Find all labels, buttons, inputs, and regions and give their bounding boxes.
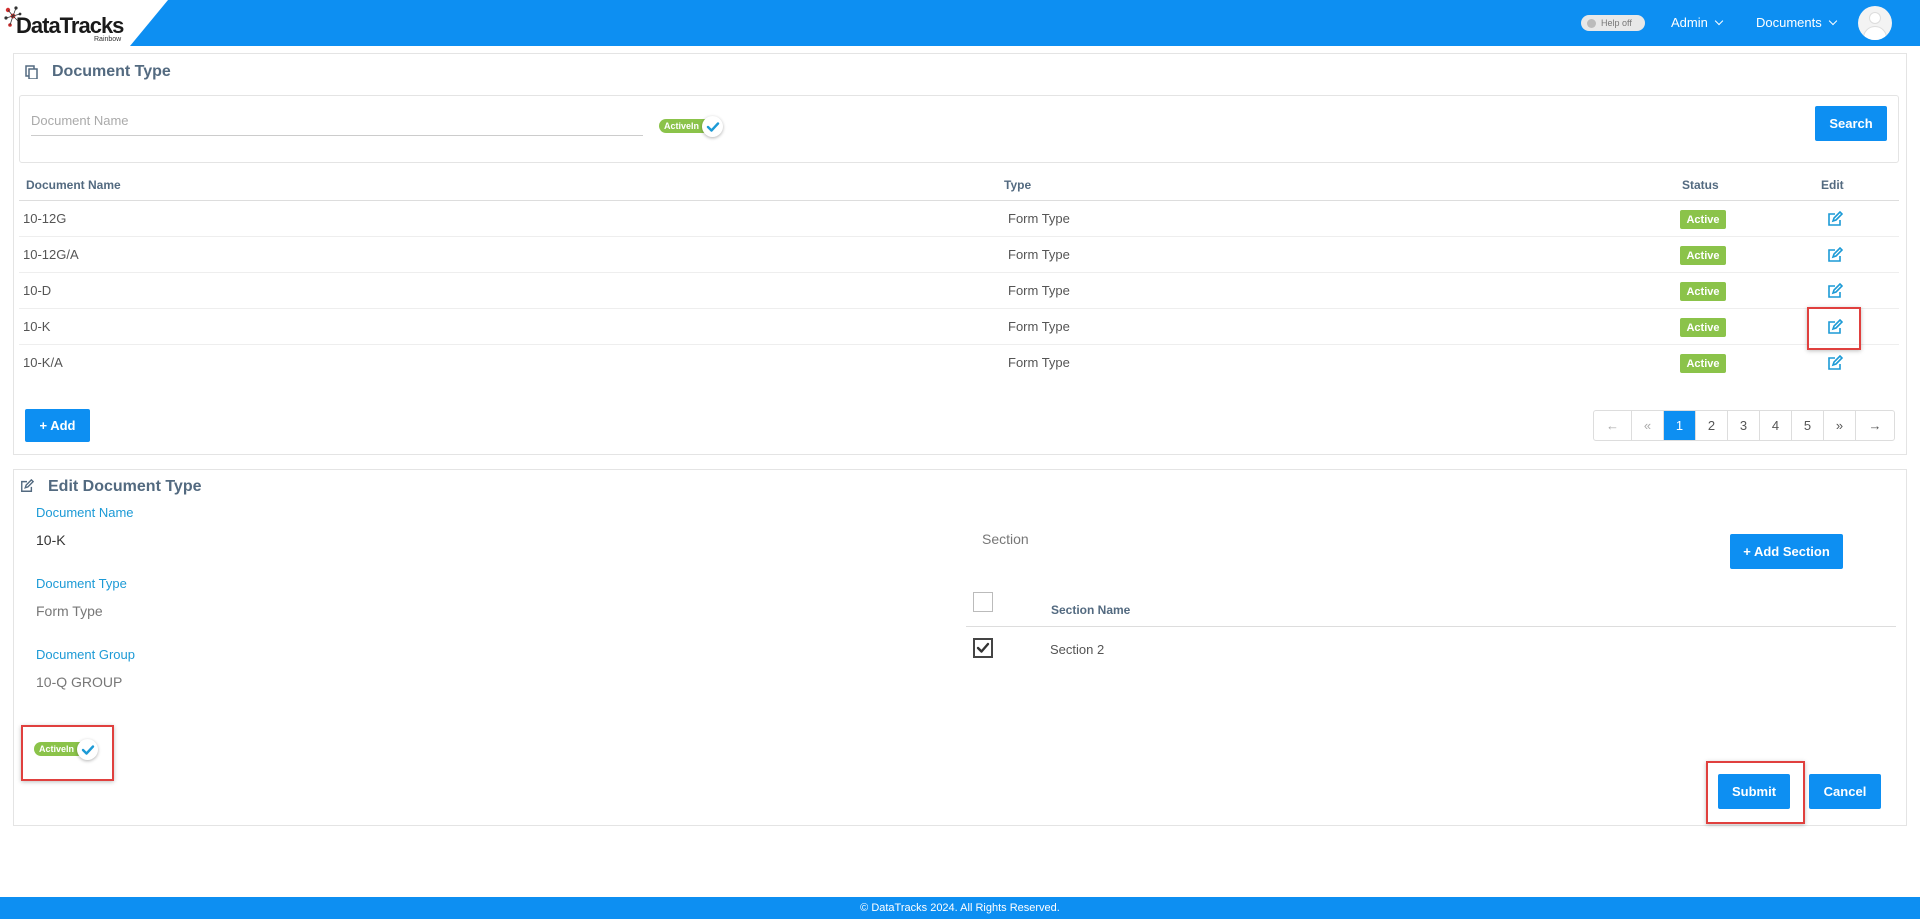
chevron-down-icon <box>1828 16 1837 25</box>
footer: © DataTracks 2024. All Rights Reserved. <box>0 897 1920 919</box>
page-1-button[interactable]: 1 <box>1664 411 1696 440</box>
row-type: Form Type <box>1008 355 1070 370</box>
table-row: 10-12G/A Form Type Active <box>19 237 1899 273</box>
row-type: Form Type <box>1008 319 1070 334</box>
user-avatar[interactable] <box>1858 6 1892 40</box>
edit-icon[interactable] <box>1827 247 1843 263</box>
prev-page-button[interactable]: « <box>1632 411 1664 440</box>
section-name-column-header: Section Name <box>1051 603 1131 617</box>
copyright-text: © DataTracks 2024. All Rights Reserved. <box>860 902 1060 914</box>
documents-icon <box>25 65 38 79</box>
row-document-name: 10-12G <box>23 211 67 226</box>
document-type-label: Document Type <box>36 576 127 591</box>
highlight-active-switch <box>21 725 114 781</box>
help-toggle[interactable]: Help off <box>1581 15 1645 31</box>
document-type-value[interactable]: Form Type <box>36 603 103 619</box>
row-type: Form Type <box>1008 283 1070 298</box>
status-badge: Active <box>1680 210 1726 229</box>
row-type: Form Type <box>1008 211 1070 226</box>
column-header-document-name[interactable]: Document Name <box>26 178 121 192</box>
select-all-checkbox[interactable] <box>973 592 993 612</box>
edit-document-type-panel <box>13 469 1907 826</box>
page-title: Document Type <box>52 63 171 80</box>
top-navbar: DataTracks Rainbow Help off Admin Docume… <box>0 0 1920 46</box>
toggle-dot-icon <box>1587 18 1596 28</box>
table-row: 10-K Form Type Active <box>19 309 1899 345</box>
edit-panel-title: Edit Document Type <box>48 478 202 495</box>
row-document-name: 10-12G/A <box>23 247 79 262</box>
page-4-button[interactable]: 4 <box>1760 411 1792 440</box>
table-row: 10-12G Form Type Active <box>19 201 1899 237</box>
next-page-button[interactable]: » <box>1824 411 1856 440</box>
status-badge: Active <box>1680 354 1726 373</box>
help-toggle-label: Help off <box>1601 18 1632 28</box>
row-document-name: 10-K/A <box>23 355 63 370</box>
documents-menu-label: Documents <box>1756 15 1822 30</box>
chevron-down-icon <box>1714 16 1724 25</box>
edit-icon[interactable] <box>1827 283 1843 299</box>
page-3-button[interactable]: 3 <box>1728 411 1760 440</box>
edit-icon[interactable] <box>1827 211 1843 227</box>
documents-menu[interactable]: Documents <box>1756 15 1837 30</box>
logo-slant <box>130 0 168 46</box>
column-header-status[interactable]: Status <box>1682 178 1719 192</box>
document-name-value[interactable]: 10-K <box>36 532 66 548</box>
admin-menu[interactable]: Admin <box>1671 15 1724 30</box>
check-icon <box>702 116 723 137</box>
admin-menu-label: Admin <box>1671 15 1708 30</box>
avatar-head <box>1869 12 1881 24</box>
table-row: 10-K/A Form Type Active <box>19 345 1899 381</box>
row-document-name: 10-K <box>23 319 51 334</box>
document-group-label: Document Group <box>36 647 135 662</box>
status-badge: Active <box>1680 318 1726 337</box>
section-name: Section 2 <box>1050 642 1105 657</box>
search-button[interactable]: Search <box>1815 106 1887 141</box>
document-name-search-input[interactable] <box>31 106 643 136</box>
section-label: Section <box>982 531 1029 547</box>
row-document-name: 10-D <box>23 283 52 298</box>
status-badge: Active <box>1680 246 1726 265</box>
active-filter-switch[interactable]: ActiveIn <box>659 116 723 137</box>
edit-icon <box>21 479 34 492</box>
status-badge: Active <box>1680 282 1726 301</box>
section-table-divider <box>966 626 1896 627</box>
pagination: ← « 1 2 3 4 5 » → <box>1593 410 1895 441</box>
row-type: Form Type <box>1008 247 1070 262</box>
highlight-submit <box>1706 761 1805 824</box>
page-5-button[interactable]: 5 <box>1792 411 1824 440</box>
document-name-label: Document Name <box>36 505 134 520</box>
edit-icon[interactable] <box>1827 355 1843 371</box>
table-row: 10-D Form Type Active <box>19 273 1899 309</box>
logo-subtitle: Rainbow <box>94 36 122 43</box>
cancel-button[interactable]: Cancel <box>1809 774 1881 809</box>
page-2-button[interactable]: 2 <box>1696 411 1728 440</box>
highlight-edit-10k <box>1807 307 1861 350</box>
avatar-body <box>1863 26 1887 40</box>
check-icon <box>976 642 990 653</box>
last-page-arrow[interactable]: → <box>1856 411 1894 440</box>
section-checkbox[interactable] <box>973 638 993 658</box>
column-header-edit: Edit <box>1821 178 1844 192</box>
add-section-button[interactable]: + Add Section <box>1730 534 1843 569</box>
column-header-type[interactable]: Type <box>1004 178 1031 192</box>
add-document-type-button[interactable]: + Add <box>25 409 90 442</box>
first-page-arrow[interactable]: ← <box>1594 411 1632 440</box>
document-group-value[interactable]: 10-Q GROUP <box>36 674 122 690</box>
